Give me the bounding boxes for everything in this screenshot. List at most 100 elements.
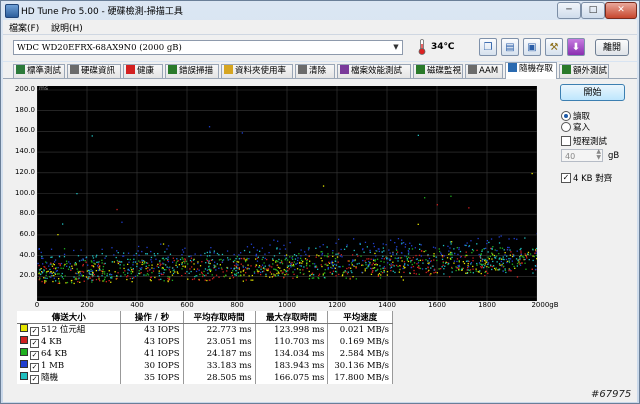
data-point bbox=[97, 261, 100, 263]
tab-monitor[interactable]: 磁碟監視 bbox=[413, 64, 463, 78]
data-point bbox=[182, 251, 185, 253]
read-radio[interactable] bbox=[561, 111, 571, 121]
data-point bbox=[133, 261, 135, 263]
data-point bbox=[292, 277, 294, 279]
data-point bbox=[145, 274, 147, 276]
data-point bbox=[397, 238, 400, 240]
series-checkbox[interactable]: ✓ bbox=[30, 327, 39, 336]
data-point bbox=[472, 260, 474, 262]
data-point bbox=[154, 276, 156, 279]
data-point bbox=[255, 253, 258, 255]
data-point bbox=[173, 259, 175, 262]
data-point bbox=[166, 266, 168, 268]
tab-info[interactable]: 硬碟資訊 bbox=[67, 64, 121, 78]
data-point bbox=[461, 268, 463, 270]
tab-speaker[interactable]: AAM bbox=[465, 64, 503, 78]
data-point bbox=[260, 268, 262, 270]
copy-info-button[interactable]: ❐ bbox=[479, 38, 497, 56]
data-point bbox=[332, 255, 334, 257]
data-point bbox=[176, 266, 178, 268]
data-point bbox=[58, 256, 61, 258]
menu-file[interactable]: 檔案(F) bbox=[9, 21, 39, 34]
data-point bbox=[407, 250, 409, 252]
data-point bbox=[145, 265, 147, 267]
data-point bbox=[438, 268, 440, 270]
start-button[interactable]: 開始 bbox=[560, 84, 625, 101]
options-button[interactable]: ⚒ bbox=[545, 38, 563, 56]
tab-folder[interactable]: 資料夾使用率 bbox=[221, 64, 293, 78]
data-point bbox=[490, 264, 492, 266]
data-point bbox=[390, 239, 392, 241]
data-point bbox=[69, 263, 71, 265]
data-point bbox=[79, 272, 82, 274]
spinner-arrows-icon[interactable]: ▲ ▼ bbox=[596, 149, 601, 161]
data-point bbox=[334, 270, 337, 273]
download-button[interactable]: ⬇ bbox=[567, 38, 585, 56]
data-point bbox=[519, 256, 521, 258]
close-button[interactable]: ✕ bbox=[605, 2, 637, 19]
data-point bbox=[305, 253, 307, 256]
data-point bbox=[169, 253, 172, 255]
save-button[interactable]: ▣ bbox=[523, 38, 541, 56]
data-point bbox=[269, 271, 271, 273]
data-point bbox=[383, 269, 385, 272]
data-point bbox=[82, 258, 84, 260]
data-point bbox=[476, 262, 478, 265]
data-point bbox=[186, 271, 188, 273]
align-4kb-checkbox[interactable]: ✓ bbox=[561, 173, 571, 183]
data-point bbox=[472, 265, 474, 268]
data-point bbox=[85, 276, 88, 278]
drive-select[interactable]: WDC WD20EFRX-68AX9N0 (2000 gB) ▼ bbox=[13, 40, 403, 55]
data-point bbox=[63, 265, 65, 267]
data-point bbox=[481, 250, 483, 252]
data-point bbox=[500, 235, 502, 237]
data-point bbox=[335, 275, 337, 277]
tab-random-access[interactable]: 隨機存取 bbox=[505, 62, 557, 79]
data-point bbox=[171, 279, 174, 281]
short-test-checkbox[interactable] bbox=[561, 136, 571, 146]
data-point bbox=[303, 266, 305, 268]
series-checkbox[interactable]: ✓ bbox=[30, 339, 39, 348]
exit-button[interactable]: 離開 bbox=[595, 39, 629, 56]
data-point bbox=[221, 253, 224, 256]
data-point bbox=[181, 254, 183, 256]
data-point bbox=[514, 267, 516, 269]
data-point bbox=[362, 259, 364, 262]
data-point bbox=[152, 270, 155, 272]
data-point bbox=[55, 267, 57, 269]
data-point bbox=[91, 281, 93, 283]
data-point bbox=[382, 243, 384, 245]
data-point bbox=[284, 269, 286, 272]
copy-screenshot-button[interactable]: ▤ bbox=[501, 38, 519, 56]
data-point bbox=[327, 264, 329, 266]
write-radio[interactable] bbox=[561, 122, 571, 132]
tab-health-cross[interactable]: 健康 bbox=[123, 64, 163, 78]
minimize-button[interactable]: ─ bbox=[557, 2, 581, 19]
series-checkbox[interactable]: ✓ bbox=[30, 363, 39, 372]
menu-help[interactable]: 說明(H) bbox=[51, 21, 83, 34]
data-point bbox=[281, 263, 284, 265]
data-point bbox=[206, 259, 208, 262]
series-checkbox[interactable]: ✓ bbox=[30, 375, 39, 384]
data-point bbox=[242, 280, 244, 282]
tab-magnifier[interactable]: 錯誤掃描 bbox=[165, 64, 219, 78]
data-point bbox=[326, 246, 328, 248]
tab-file-gauge[interactable]: 檔案效能測試 bbox=[337, 64, 411, 78]
data-point bbox=[164, 264, 167, 266]
data-point bbox=[87, 264, 89, 266]
maximize-button[interactable]: □ bbox=[581, 2, 605, 19]
data-point bbox=[411, 263, 413, 266]
data-point bbox=[290, 266, 292, 268]
tab-trash[interactable]: 清除 bbox=[295, 64, 335, 78]
tab-gauge[interactable]: 標準測試 bbox=[13, 64, 65, 78]
tab-extra-tests[interactable]: 額外測試 bbox=[559, 64, 609, 78]
series-checkbox[interactable]: ✓ bbox=[30, 351, 39, 360]
data-point bbox=[193, 263, 195, 265]
title-bar[interactable]: HD Tune Pro 5.00 - 硬碟檢測-掃描工具 ─ □ ✕ bbox=[1, 1, 639, 19]
data-point bbox=[458, 247, 460, 249]
chevron-down-icon[interactable]: ▼ bbox=[390, 41, 402, 54]
data-point bbox=[480, 272, 482, 275]
short-test-size-spinner[interactable]: 40 ▲ ▼ bbox=[561, 149, 603, 162]
data-point bbox=[45, 280, 47, 282]
data-point bbox=[102, 272, 104, 274]
